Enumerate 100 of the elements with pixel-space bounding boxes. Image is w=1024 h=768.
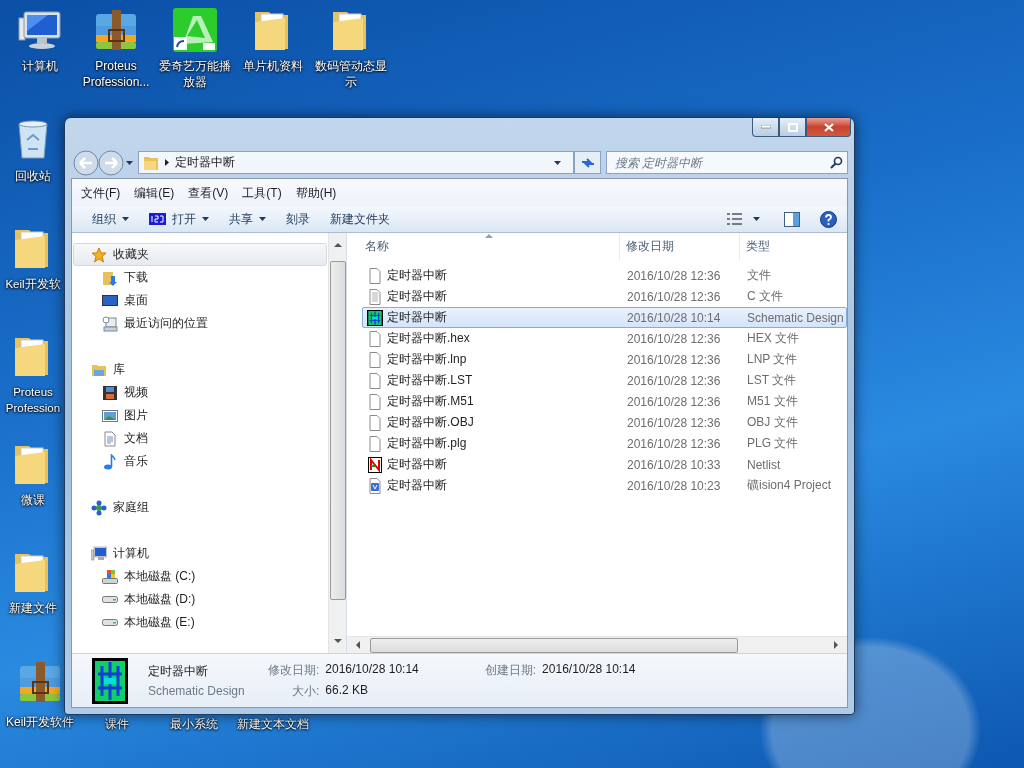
- toolbar-button[interactable]: 共享: [219, 208, 276, 230]
- nav-item[interactable]: 本地磁盘 (C:): [73, 565, 327, 588]
- file-row[interactable]: 定时器中断.M51 2016/10/28 12:36 M51 文件: [362, 391, 847, 412]
- nav-item-label[interactable]: 本地磁盘 (C:): [124, 568, 196, 585]
- schematic-file-icon: [367, 309, 383, 326]
- back-button[interactable]: [73, 149, 99, 176]
- desktop-icon-label[interactable]: 单片机资料: [243, 58, 303, 74]
- nav-item[interactable]: 视频: [73, 381, 327, 404]
- column-header[interactable]: 类型: [740, 233, 847, 260]
- refresh-icon: [580, 156, 595, 169]
- desktop-icon-label[interactable]: 新建文件: [9, 600, 57, 616]
- toolbar-button[interactable]: 打开: [139, 208, 219, 230]
- folder-icon: [143, 154, 159, 171]
- toolbar-button[interactable]: 新建文件夹: [320, 208, 400, 230]
- menu-item[interactable]: 工具(T): [235, 182, 289, 203]
- desktop-icon-label[interactable]: 微课: [21, 492, 45, 508]
- modified-date: 2016/10/28 10:33: [626, 457, 722, 472]
- desktop-icon-label[interactable]: 计算机: [22, 58, 58, 74]
- nav-item[interactable]: 计算机: [73, 542, 327, 565]
- nav-item[interactable]: 最近访问的位置: [73, 312, 327, 335]
- file-type: PLG 文件: [746, 435, 800, 452]
- file-row[interactable]: 定时器中断.LST 2016/10/28 12:36 LST 文件: [362, 370, 847, 391]
- menu-item[interactable]: 帮助(H): [288, 182, 344, 203]
- nav-item-label[interactable]: 本地磁盘 (E:): [124, 614, 195, 631]
- menu-item[interactable]: 文件(F): [74, 182, 128, 203]
- nav-item[interactable]: 收藏夹: [73, 243, 327, 266]
- nav-item[interactable]: 桌面: [73, 289, 327, 312]
- file-row[interactable]: 定时器中断 2016/10/28 12:36 C 文件: [362, 286, 847, 307]
- address-bar[interactable]: 定时器中断: [138, 151, 574, 174]
- blank-file-icon: [367, 267, 383, 284]
- nav-item-label[interactable]: 最近访问的位置: [124, 315, 208, 332]
- system-drive-icon: [102, 568, 118, 585]
- blank-file-icon: [367, 372, 383, 389]
- nav-item-label[interactable]: 音乐: [124, 453, 148, 470]
- file-row[interactable]: 定时器中断.plg 2016/10/28 12:36 PLG 文件: [362, 433, 847, 454]
- toolbar-button[interactable]: 组织: [82, 208, 139, 230]
- nav-item[interactable]: 本地磁盘 (D:): [73, 588, 327, 611]
- nav-item-label[interactable]: 桌面: [124, 292, 148, 309]
- desktop-icon-label[interactable]: Proteus Profession...: [77, 58, 155, 90]
- file-row[interactable]: 定时器中断 2016/10/28 10:33 Netlist: [362, 454, 847, 475]
- file-type: C 文件: [746, 288, 784, 305]
- nav-item-label[interactable]: 图片: [124, 407, 148, 424]
- nav-item-label[interactable]: 视频: [124, 384, 148, 401]
- help-icon[interactable]: [820, 210, 837, 228]
- homegroup-icon: [91, 499, 107, 516]
- horizontal-scrollbar[interactable]: [347, 636, 847, 653]
- column-header[interactable]: 修改日期: [620, 233, 740, 260]
- nav-item[interactable]: 本地磁盘 (E:): [73, 611, 327, 634]
- file-row[interactable]: 定时器中断.lnp 2016/10/28 12:36 LNP 文件: [362, 349, 847, 370]
- file-row[interactable]: 定时器中断.OBJ 2016/10/28 12:36 OBJ 文件: [362, 412, 847, 433]
- desktop-icon-label[interactable]: Proteus Profession: [3, 384, 63, 416]
- nav-item[interactable]: 音乐: [73, 450, 327, 473]
- nav-item[interactable]: 文档: [73, 427, 327, 450]
- desktop-icon-label[interactable]: Keil开发软件: [6, 714, 74, 730]
- forward-button[interactable]: [98, 149, 124, 176]
- minimize-button[interactable]: [752, 118, 779, 137]
- file-name: 定时器中断: [387, 288, 447, 305]
- view-list-icon[interactable]: [727, 213, 743, 225]
- maximize-button[interactable]: [779, 118, 806, 137]
- desktop-icon-label[interactable]: 最小系统: [170, 716, 218, 732]
- desktop-icon-label[interactable]: Keil开发软: [5, 276, 61, 292]
- nav-item-label[interactable]: 本地磁盘 (D:): [124, 591, 196, 608]
- desktop-icon-label[interactable]: 回收站: [15, 168, 51, 184]
- desktop-icon-label[interactable]: 课件: [105, 716, 129, 732]
- desktop-icon-label[interactable]: 数码管动态显示: [312, 58, 390, 90]
- toolbar-button[interactable]: 刻录: [276, 208, 320, 230]
- menu-item[interactable]: 编辑(E): [127, 182, 182, 203]
- app-icon: [171, 6, 219, 54]
- preview-pane-icon[interactable]: [784, 211, 800, 227]
- nav-item-label[interactable]: 库: [113, 361, 125, 378]
- nav-item-label[interactable]: 收藏夹: [113, 246, 149, 263]
- nav-item[interactable]: 库: [73, 358, 327, 381]
- file-name: 定时器中断.LST: [387, 372, 473, 389]
- close-button[interactable]: [806, 118, 851, 137]
- nav-item[interactable]: 图片: [73, 404, 327, 427]
- nav-item-label[interactable]: 下载: [124, 269, 148, 286]
- nav-item[interactable]: 家庭组: [73, 496, 327, 519]
- desktop-icon-label[interactable]: 爱奇艺万能播放器: [156, 58, 234, 90]
- nav-item-label[interactable]: 家庭组: [113, 499, 149, 516]
- nav-item-label[interactable]: 计算机: [113, 545, 149, 562]
- detail-value: 2016/10/28 10:14: [542, 661, 636, 678]
- search-field[interactable]: 搜索 定时器中断: [606, 151, 848, 174]
- file-row[interactable]: 定时器中断 2016/10/28 12:36 文件: [362, 265, 847, 286]
- file-type: HEX 文件: [746, 330, 800, 347]
- film-icon: [102, 384, 118, 401]
- column-header[interactable]: 名称: [347, 233, 620, 260]
- refresh-button[interactable]: [574, 151, 601, 174]
- desktop-icon-label[interactable]: 新建文本文档: [237, 716, 309, 732]
- file-row[interactable]: 定时器中断 2016/10/28 10:14 Schematic Design: [362, 307, 847, 328]
- address-path[interactable]: 定时器中断: [175, 154, 548, 171]
- nav-item-label[interactable]: 文档: [124, 430, 148, 447]
- menu-item[interactable]: 查看(V): [181, 182, 236, 203]
- file-name: 定时器中断: [387, 267, 447, 284]
- nav-item[interactable]: 下载: [73, 266, 327, 289]
- file-type: 文件: [746, 267, 772, 284]
- vertical-scrollbar[interactable]: [328, 233, 346, 653]
- file-row[interactable]: 定时器中断.hex 2016/10/28 12:36 HEX 文件: [362, 328, 847, 349]
- file-row[interactable]: 定时器中断 2016/10/28 10:23 礦ision4 Project: [362, 475, 847, 496]
- minimize-icon: [760, 125, 771, 129]
- history-button[interactable]: [126, 160, 133, 165]
